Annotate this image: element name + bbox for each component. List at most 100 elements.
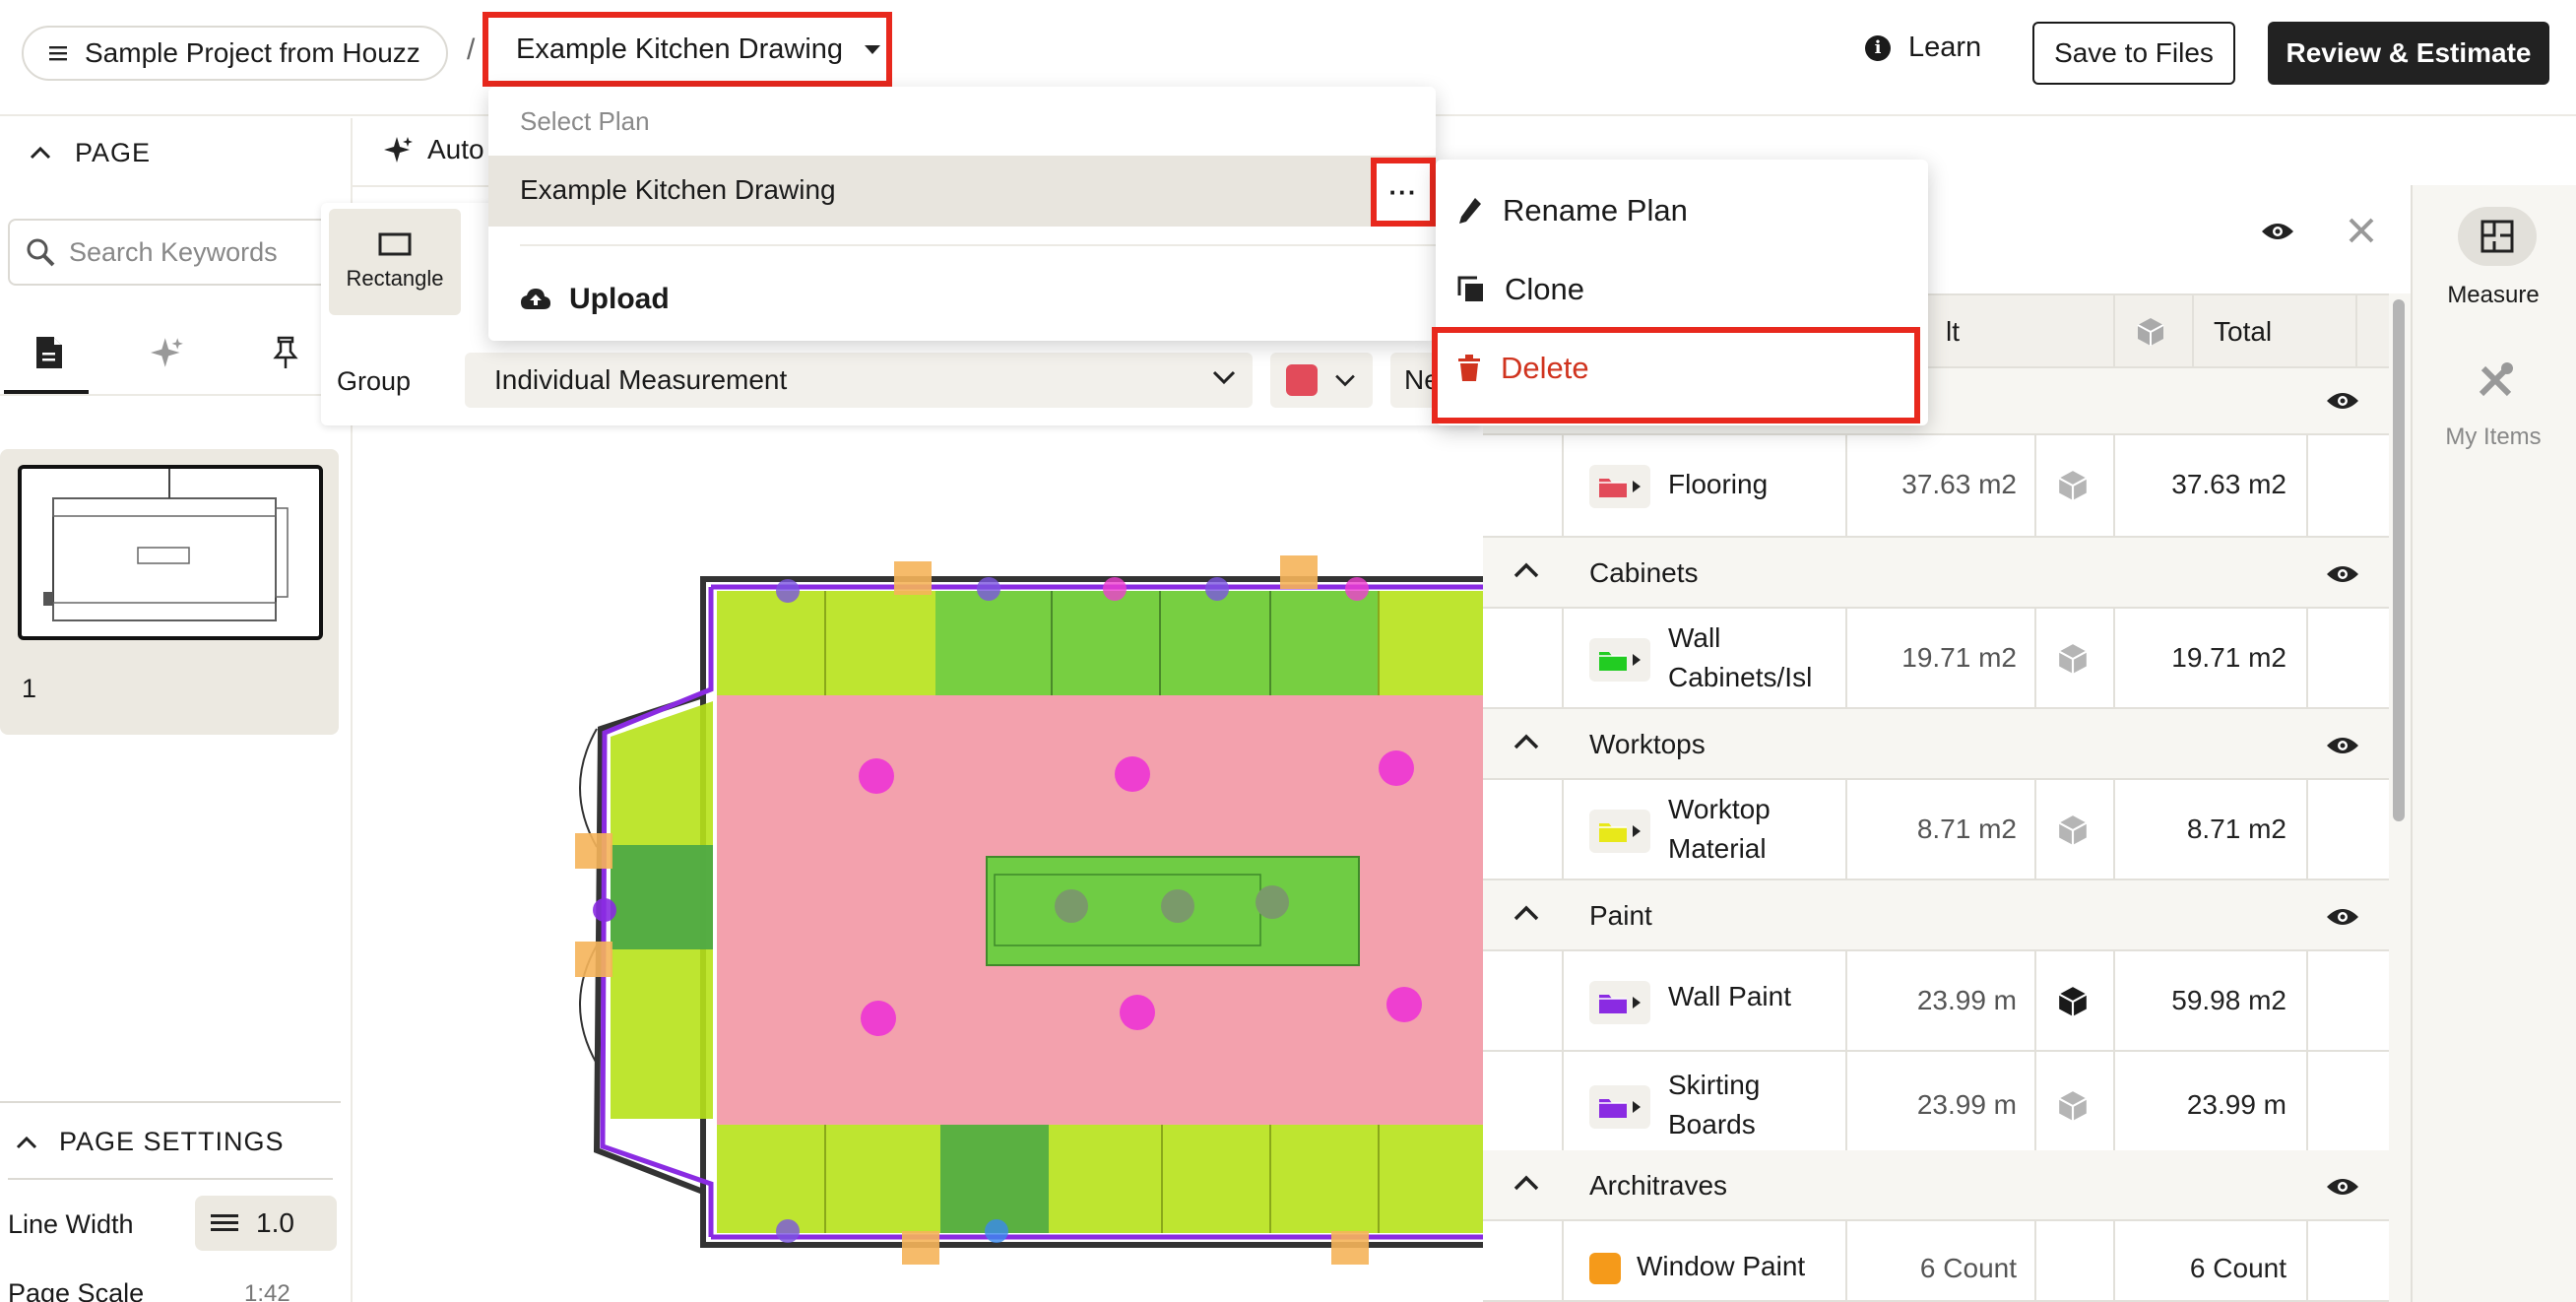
clone-item[interactable]: Clone bbox=[1457, 272, 1584, 307]
line-width-value: 1.0 bbox=[256, 1207, 294, 1238]
eye-icon bbox=[2261, 221, 2294, 242]
eye-icon[interactable] bbox=[2326, 563, 2359, 585]
item-value: 37.63 m2 bbox=[1901, 469, 2017, 499]
review-estimate-button[interactable]: Review & Estimate bbox=[2268, 22, 2549, 85]
eye-icon[interactable] bbox=[2326, 1176, 2359, 1198]
upload-button[interactable]: Upload bbox=[520, 283, 670, 316]
item-name: Window Paint bbox=[1637, 1251, 1806, 1281]
page-section-title: PAGE bbox=[75, 137, 152, 167]
pin-icon bbox=[273, 336, 298, 369]
cube-icon[interactable] bbox=[2056, 1089, 2090, 1123]
table-row[interactable]: Window Paint 6 Count 6 Count bbox=[1483, 1221, 2389, 1302]
item-total: 19.71 m2 bbox=[2171, 642, 2286, 673]
cube-icon-active[interactable] bbox=[2056, 985, 2090, 1018]
panel-scrollbar-thumb[interactable] bbox=[2393, 299, 2405, 821]
plan-option-label: Example Kitchen Drawing bbox=[520, 174, 836, 205]
color-swatch bbox=[1589, 1253, 1621, 1284]
folder-icon bbox=[1589, 638, 1650, 682]
item-name: Skirting Boards bbox=[1668, 1070, 1761, 1139]
close-panel-button[interactable] bbox=[2348, 217, 2375, 244]
auto-tab[interactable]: Auto bbox=[384, 134, 484, 165]
caret-down-icon bbox=[865, 44, 881, 54]
page-scale-value: 1:42 bbox=[244, 1280, 290, 1302]
plan-name: Example Kitchen Drawing bbox=[516, 33, 844, 65]
eye-icon[interactable] bbox=[2326, 390, 2359, 412]
chevron-up-icon[interactable] bbox=[1513, 733, 1540, 750]
folder-icon bbox=[1589, 465, 1650, 508]
sparkle-icon bbox=[384, 135, 414, 164]
group-row-cabinets[interactable]: Cabinets bbox=[1483, 538, 2389, 609]
plan-selector-button[interactable]: Example Kitchen Drawing bbox=[483, 12, 892, 87]
group-row-paint[interactable]: Paint bbox=[1483, 880, 2389, 951]
group-color-select[interactable] bbox=[1270, 353, 1373, 408]
search-icon bbox=[26, 237, 55, 267]
dropdown-title: Select Plan bbox=[520, 106, 650, 136]
header-cell-extra bbox=[2355, 295, 2389, 368]
sparkle-icon bbox=[151, 336, 184, 369]
tab-pinned[interactable] bbox=[266, 331, 305, 374]
chevron-up-icon[interactable] bbox=[1513, 561, 1540, 579]
table-row[interactable]: Wall Paint 23.99 m 59.98 m2 bbox=[1483, 951, 2389, 1052]
project-menu-button[interactable]: Sample Project from Houzz bbox=[22, 26, 448, 81]
group-name: Cabinets bbox=[1589, 557, 1699, 588]
color-swatch bbox=[1286, 364, 1318, 396]
copy-icon bbox=[1457, 276, 1485, 303]
more-icon: ··· bbox=[1388, 176, 1418, 207]
page-number: 1 bbox=[22, 674, 37, 703]
table-row[interactable]: Worktop Material 8.71 m2 8.71 m2 bbox=[1483, 780, 2389, 880]
header-cell-3d bbox=[2113, 295, 2192, 368]
group-row-architraves[interactable]: Architraves bbox=[1483, 1150, 2389, 1221]
project-name: Sample Project from Houzz bbox=[85, 37, 420, 68]
cube-icon[interactable] bbox=[2056, 642, 2090, 676]
plan-more-options-button[interactable]: ··· bbox=[1371, 158, 1436, 227]
cloud-upload-icon bbox=[520, 288, 551, 311]
page-section-toggle[interactable]: PAGE bbox=[0, 118, 353, 187]
group-name: Architraves bbox=[1589, 1170, 1728, 1201]
save-to-files-button[interactable]: Save to Files bbox=[2032, 22, 2235, 85]
rectangle-tool-button[interactable]: Rectangle bbox=[329, 209, 461, 315]
item-value: 19.71 m2 bbox=[1901, 642, 2017, 673]
item-value: 6 Count bbox=[1919, 1253, 2017, 1283]
chevron-up-icon[interactable] bbox=[1513, 1174, 1540, 1192]
measure-tab-label: Measure bbox=[2447, 282, 2540, 308]
chevron-up-icon[interactable] bbox=[1513, 904, 1540, 922]
cube-icon[interactable] bbox=[2056, 814, 2090, 847]
table-row[interactable]: Flooring 37.63 m2 37.63 m2 bbox=[1483, 435, 2389, 538]
rectangle-icon bbox=[378, 232, 412, 256]
item-name: Wall Paint bbox=[1668, 981, 1792, 1011]
page-settings-toggle[interactable]: PAGE SETTINGS bbox=[16, 1127, 285, 1157]
drawing-canvas[interactable] bbox=[353, 425, 1485, 1302]
search-input[interactable]: Search Keywords bbox=[8, 219, 362, 286]
visibility-toggle-all[interactable] bbox=[2261, 221, 2294, 242]
line-weight-icon bbox=[211, 1213, 238, 1233]
auto-tab-label: Auto bbox=[427, 134, 484, 164]
tab-pages[interactable] bbox=[30, 331, 69, 374]
eye-icon[interactable] bbox=[2326, 735, 2359, 756]
table-row[interactable]: Wall Cabinets/Isl 19.71 m2 19.71 m2 bbox=[1483, 609, 2389, 709]
item-value: 23.99 m bbox=[1916, 985, 2017, 1015]
cube-icon bbox=[2135, 316, 2166, 348]
value-header-partial: lt bbox=[1946, 316, 1960, 347]
cube-icon[interactable] bbox=[2056, 469, 2090, 502]
line-width-select[interactable]: 1.0 bbox=[195, 1196, 337, 1251]
my-items-tab-button[interactable] bbox=[2474, 358, 2517, 402]
group-row-worktops[interactable]: Worktops bbox=[1483, 709, 2389, 780]
item-total: 59.98 m2 bbox=[2171, 985, 2286, 1015]
measure-tab-button[interactable] bbox=[2458, 207, 2537, 266]
sidebar-tabs bbox=[0, 321, 353, 396]
divider bbox=[8, 1178, 333, 1180]
learn-button[interactable]: i Learn bbox=[1865, 32, 1981, 64]
document-icon bbox=[34, 335, 64, 370]
eye-icon[interactable] bbox=[2326, 906, 2359, 928]
table-row[interactable]: Skirting Boards 23.99 m 23.99 m bbox=[1483, 1052, 2389, 1160]
group-select[interactable]: Individual Measurement bbox=[465, 353, 1253, 408]
my-items-tab-label: My Items bbox=[2445, 423, 2542, 450]
tab-ai[interactable] bbox=[148, 331, 187, 374]
delete-highlight-frame bbox=[1432, 327, 1920, 423]
close-icon bbox=[2348, 217, 2375, 244]
page-thumbnail[interactable] bbox=[18, 465, 323, 640]
info-icon: i bbox=[1865, 34, 1891, 61]
folder-icon bbox=[1589, 981, 1650, 1024]
rename-plan-item[interactable]: Rename Plan bbox=[1457, 193, 1688, 228]
item-name: Flooring bbox=[1668, 469, 1769, 499]
